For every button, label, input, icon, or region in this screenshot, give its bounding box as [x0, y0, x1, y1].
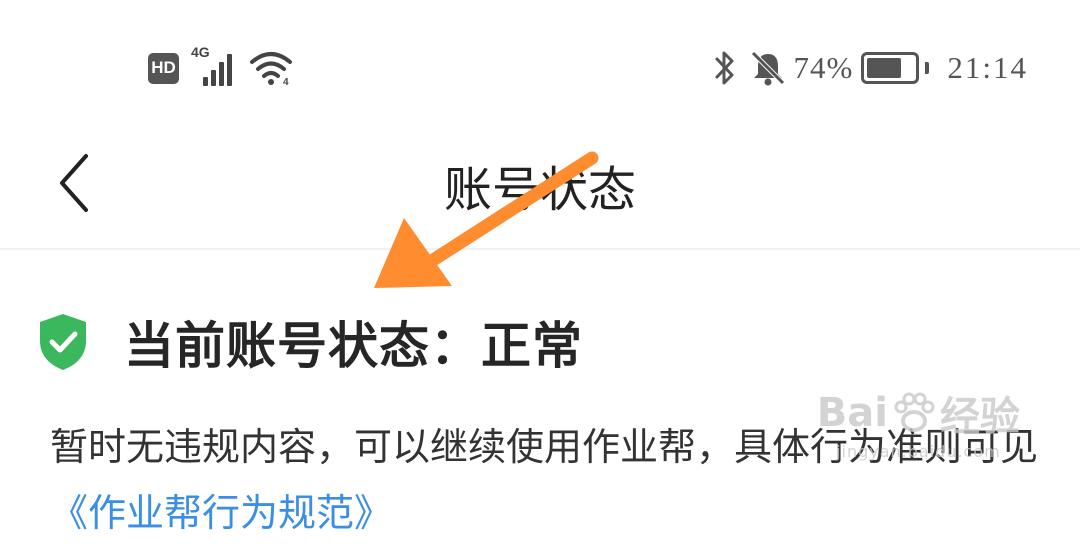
status-bar-right: 74% 21:14	[712, 46, 1028, 90]
svg-text:4: 4	[283, 77, 289, 86]
page-title: 账号状态	[443, 162, 636, 218]
network-type-label: 4G	[191, 44, 210, 60]
watermark-site-name: 经验	[940, 394, 1020, 440]
battery-percent: 74%	[793, 50, 854, 85]
bell-muted-icon	[750, 51, 785, 86]
status-bar: HD 4G 4 74% 21:14	[0, 0, 1080, 130]
clock: 21:14	[947, 50, 1028, 85]
baidu-jingyan-watermark: Bai 经验 jingyan.baidu.com	[817, 384, 1020, 461]
battery-level-fill	[867, 58, 902, 78]
account-status-row: 当前账号状态：正常	[38, 306, 583, 378]
paw-icon	[894, 392, 935, 432]
nav-bar: 账号状态	[0, 130, 1080, 250]
bluetooth-icon	[715, 51, 734, 85]
rules-link[interactable]: 《作业帮行为规范》	[50, 491, 392, 535]
hd-icon: HD	[148, 52, 179, 84]
watermark-url: jingyan.baidu.com	[836, 442, 1001, 461]
wifi-icon: 4	[249, 50, 293, 88]
account-status-heading: 当前账号状态：正常	[124, 317, 583, 375]
watermark-brand: Bai	[816, 390, 888, 436]
signal-icon: 4G	[191, 44, 237, 86]
shield-check-icon	[40, 314, 86, 370]
battery-icon	[861, 52, 920, 84]
status-bar-left: HD 4G 4	[148, 44, 293, 88]
battery-tip	[925, 62, 930, 74]
